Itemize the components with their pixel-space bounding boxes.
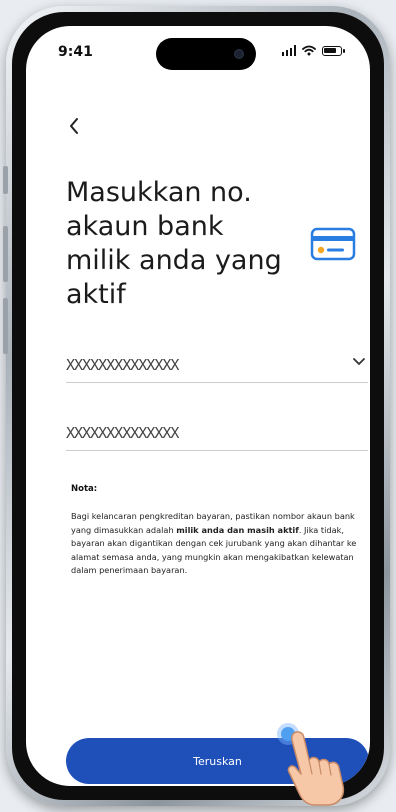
wifi-icon xyxy=(302,45,316,56)
silent-switch xyxy=(3,166,8,194)
screen: 9:41 Masukkan no. akaun bank milik anda … xyxy=(26,26,370,786)
battery-icon xyxy=(322,45,345,56)
back-button[interactable] xyxy=(62,114,86,138)
account-number-value: XXXXXXXXXXXXXX xyxy=(66,424,179,442)
note-label: Nota: xyxy=(71,484,98,494)
note-bold-text: milik anda dan masih aktif xyxy=(176,524,299,535)
account-number-field[interactable]: XXXXXXXXXXXXXX xyxy=(66,416,368,451)
status-icons xyxy=(281,45,345,56)
chevron-left-icon xyxy=(70,118,78,134)
phone-bezel: 9:41 Masukkan no. akaun bank milik anda … xyxy=(12,12,384,800)
camera-icon xyxy=(234,49,244,59)
status-time: 9:41 xyxy=(58,44,93,60)
phone-frame: 9:41 Masukkan no. akaun bank milik anda … xyxy=(3,6,390,806)
volume-up-button xyxy=(3,226,8,282)
bank-select-value: XXXXXXXXXXXXXX xyxy=(66,356,179,374)
dynamic-island xyxy=(156,38,256,70)
page-title: Masukkan no. akaun bank milik anda yang … xyxy=(66,177,282,310)
credit-card-icon xyxy=(310,227,356,261)
pointing-hand-icon xyxy=(287,731,345,806)
chevron-down-icon xyxy=(353,358,365,365)
continue-button-label: Teruskan xyxy=(193,754,242,768)
note-text: Bagi kelancaran pengkreditan bayaran, pa… xyxy=(71,510,366,578)
bank-select[interactable]: XXXXXXXXXXXXXX xyxy=(66,348,368,383)
status-bar: 9:41 xyxy=(26,26,370,70)
cellular-signal-icon xyxy=(281,45,296,56)
volume-down-button xyxy=(3,298,8,354)
